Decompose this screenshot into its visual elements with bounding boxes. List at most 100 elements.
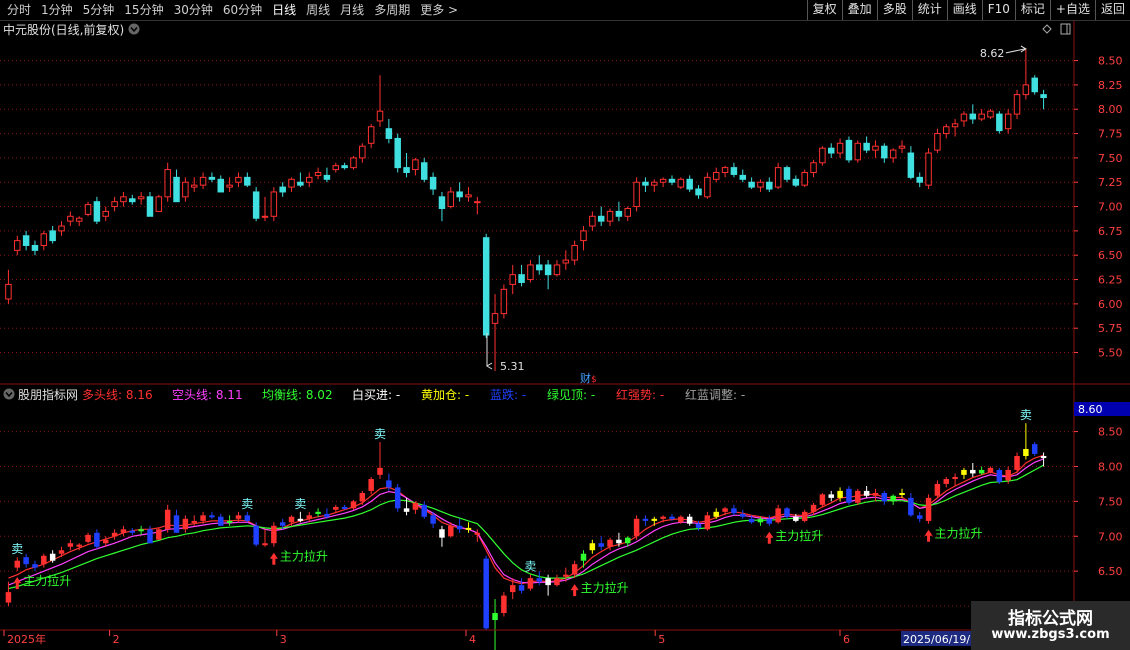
candle: [93, 201, 101, 222]
finance-marker[interactable]: 财 $: [580, 371, 597, 385]
panel-expand-icon[interactable]: [1060, 23, 1071, 35]
finance-marker-label: 财: [580, 371, 591, 385]
candle: [270, 191, 278, 217]
main-collapse-icon[interactable]: [128, 23, 140, 35]
price-tick-label: 6.00: [1098, 298, 1123, 311]
tab-weekly[interactable]: 周线: [301, 0, 335, 20]
low-price-label: 5.31: [500, 360, 525, 373]
tab-15min[interactable]: 15分钟: [119, 0, 168, 20]
candle: [465, 194, 472, 198]
candle: [421, 162, 428, 180]
candle: [960, 113, 968, 122]
price-tick-label: 8.50: [1098, 55, 1123, 68]
overlay-button[interactable]: 叠加: [841, 0, 877, 20]
tab-fenshi[interactable]: 分时: [2, 0, 36, 20]
candle: [615, 210, 623, 217]
price-tick-label: 8.00: [1098, 103, 1123, 116]
sell-signal-label: 卖: [294, 497, 306, 511]
indicator-candle: [103, 539, 109, 544]
indicator-candle: [1031, 444, 1038, 454]
candle: [827, 147, 835, 154]
mark-button[interactable]: 标记: [1014, 0, 1050, 20]
tab-60min[interactable]: 60分钟: [218, 0, 267, 20]
candle: [934, 133, 941, 151]
indicator-candle: [846, 488, 852, 503]
date-tick-label: 2: [113, 633, 120, 646]
back-button[interactable]: 返回: [1094, 0, 1130, 20]
candle: [31, 244, 39, 251]
add-favorite-button[interactable]: +自选: [1049, 0, 1095, 20]
price-tick-label: 7.25: [1098, 176, 1123, 189]
indicator-candle: [952, 476, 958, 480]
candle: [925, 152, 932, 186]
candle: [659, 178, 667, 183]
indicator-tick-label: 7.50: [1098, 495, 1123, 508]
indicator-candle: [766, 518, 773, 524]
restore-rights-button[interactable]: 复权: [806, 0, 842, 20]
price-tick-label: 6.25: [1098, 274, 1123, 287]
multi-stock-button[interactable]: 多股: [876, 0, 912, 20]
candle: [562, 259, 570, 264]
indicator-candle: [899, 492, 905, 495]
legend-label: 均衡线:: [262, 388, 302, 402]
indicator-candle: [182, 518, 189, 530]
statistics-button[interactable]: 统计: [911, 0, 947, 20]
indicator-candle: [616, 539, 622, 544]
legend-value: 8.11: [212, 388, 243, 402]
stock-chart[interactable]: 中元股份(日线,前复权) 8.50 8.25 8.00 7.75 7.50 7.25 7.0…: [0, 21, 1130, 650]
indicator-candle: [863, 490, 870, 496]
indicator-candle: [465, 527, 472, 530]
indicator-candle: [359, 492, 366, 502]
candle: [969, 113, 977, 120]
indicator-candle: [642, 518, 649, 521]
indicator-candle: [5, 592, 12, 603]
f10-button[interactable]: F10: [981, 0, 1015, 20]
legend-item: 空头线: 8.11: [172, 388, 243, 402]
candle: [376, 110, 384, 122]
indicator-candle: [633, 518, 640, 537]
tab-5min[interactable]: 5分钟: [78, 0, 120, 20]
date-tick-label: 3: [280, 633, 287, 646]
indicator-candle: [129, 530, 136, 533]
candle: [49, 230, 56, 242]
legend-label: 绿见顶:: [547, 387, 587, 402]
indicator-candle: [156, 529, 162, 540]
candle: [766, 181, 773, 190]
indicator-candle: [200, 515, 206, 521]
candle: [704, 176, 711, 198]
tab-monthly[interactable]: 月线: [335, 0, 369, 20]
candle: [739, 174, 747, 180]
indicator-candle: [350, 501, 357, 509]
legend-item: 绿见顶: -: [547, 387, 595, 402]
tab-30min[interactable]: 30分钟: [169, 0, 218, 20]
diamond-icon[interactable]: [1042, 24, 1052, 34]
candle: [712, 171, 720, 180]
price-tick-label: 5.75: [1098, 322, 1123, 335]
indicator-collapse-icon[interactable]: [3, 388, 15, 400]
indicator-candle: [563, 574, 569, 577]
indicator-candle: [731, 508, 737, 514]
indicator-candle: [793, 516, 799, 521]
indicator-candle: [41, 555, 47, 565]
legend-item: 红强势: -: [616, 387, 664, 402]
indicator-candle: [1014, 455, 1020, 470]
legend-value: 8.02: [302, 388, 333, 402]
indicator-candle: [191, 520, 197, 523]
candle: [279, 186, 286, 193]
draw-line-button[interactable]: 画线: [946, 0, 982, 20]
price-tick-label: 7.00: [1098, 201, 1123, 214]
indicator-candle: [961, 469, 967, 475]
candle: [1013, 94, 1021, 115]
indicator-tick-label: 6.50: [1098, 565, 1123, 578]
candle: [836, 142, 844, 154]
tab-daily[interactable]: 日线: [267, 0, 301, 20]
sell-signal-label: 卖: [11, 542, 23, 556]
watermark-url: www.zbgs3.com: [991, 627, 1110, 642]
tab-more[interactable]: 更多 >: [415, 0, 463, 20]
candle: [208, 176, 216, 180]
indicator-candle: [625, 537, 631, 544]
candle: [102, 210, 109, 217]
tab-multi-period[interactable]: 多周期: [369, 0, 415, 20]
tab-1min[interactable]: 1分钟: [36, 0, 78, 20]
indicator-candle: [872, 492, 879, 496]
